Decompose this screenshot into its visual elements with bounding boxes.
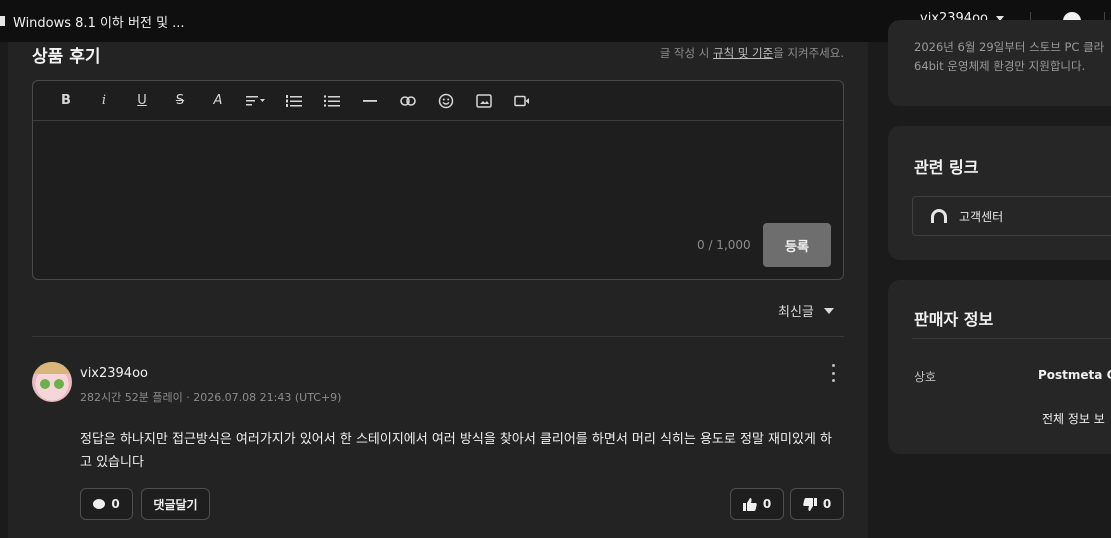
- char-counter: 0 / 1,000: [697, 238, 751, 252]
- align-icon: [246, 95, 265, 105]
- chevron-down-icon[interactable]: [823, 307, 834, 314]
- tab-marker: [0, 16, 5, 26]
- support-link[interactable]: 고객센터: [912, 196, 1111, 236]
- notice-card: 2026년 6월 29일부터 스토브 PC 클라 64bit 운영체제 환경만 …: [888, 20, 1111, 106]
- emoji-button[interactable]: [427, 89, 465, 113]
- main-content: 상품 후기 글 작성 시 규칙 및 기준을 지켜주세요. B i U S A 0…: [8, 42, 868, 538]
- avatar-eye: [40, 379, 50, 389]
- like-button[interactable]: 0: [730, 488, 784, 520]
- headset-icon: [931, 209, 947, 223]
- emoji-icon: [438, 93, 454, 108]
- sort-dropdown[interactable]: 최신글: [778, 301, 834, 320]
- dislike-button[interactable]: 0: [790, 488, 844, 520]
- horizontal-rule-button[interactable]: [351, 89, 389, 113]
- link-icon: [400, 95, 416, 106]
- seller-name-value: Postmeta Ga: [1038, 368, 1111, 382]
- notice-line: 2026년 6월 29일부터 스토브 PC 클라: [914, 40, 1105, 54]
- image-icon: [476, 93, 492, 108]
- os-notice: 2026년 6월 29일부터 스토브 PC 클라 64bit 운영체제 환경만 …: [914, 38, 1104, 76]
- rules-link[interactable]: 규칙 및 기준: [713, 46, 773, 60]
- rules-notice: 글 작성 시 규칙 및 기준을 지켜주세요.: [660, 45, 844, 61]
- avatar-hair: [34, 362, 70, 374]
- ordered-list-button[interactable]: [275, 89, 313, 113]
- bullet-list-icon: [324, 94, 340, 107]
- horizontal-rule-icon: [363, 99, 377, 102]
- comment-count-button[interactable]: 0: [80, 488, 133, 520]
- seller-name-label: 상호: [914, 370, 937, 384]
- video-icon: [514, 95, 529, 106]
- related-links-card: 관련 링크 고객센터: [888, 126, 1111, 260]
- bold-button[interactable]: B: [47, 89, 85, 113]
- video-button[interactable]: [503, 89, 541, 113]
- tab-title[interactable]: Windows 8.1 이하 버전 및 ...: [13, 12, 185, 31]
- ordered-list-icon: [286, 94, 302, 107]
- support-label: 고객센터: [959, 209, 1004, 224]
- dislike-count: 0: [822, 497, 832, 511]
- editor-toolbar: B i U S A: [33, 81, 843, 121]
- review-body: 정답은 하나지만 접근방식은 여러가지가 있어서 한 스테이지에서 여러 방식을…: [80, 432, 832, 470]
- rules-suffix: 을 지켜주세요.: [773, 46, 844, 60]
- sort-label[interactable]: 최신글: [778, 301, 814, 320]
- view-all-info-link[interactable]: 전체 정보 보: [1042, 410, 1105, 427]
- seller-info-card: 판매자 정보 상호 Postmeta Ga 전체 정보 보: [888, 280, 1111, 454]
- bullet-list-button[interactable]: [313, 89, 351, 113]
- comment-bubble-icon: [93, 499, 106, 509]
- avatar-eye: [54, 379, 64, 389]
- divider: [912, 338, 1111, 339]
- link-button[interactable]: [389, 89, 427, 113]
- review-editor[interactable]: B i U S A 0 / 1,000 등록: [32, 80, 844, 280]
- divider: [32, 336, 844, 337]
- thumbs-up-icon: [742, 497, 757, 511]
- thumbs-down-icon: [803, 497, 817, 511]
- avatar[interactable]: [32, 362, 72, 402]
- align-button[interactable]: [237, 89, 275, 113]
- related-links-title: 관련 링크: [914, 158, 979, 177]
- review-meta: 282시간 52분 플레이 · 2026.07.08 21:43 (UTC+9): [80, 391, 342, 404]
- rules-prefix: 글 작성 시: [659, 46, 713, 60]
- like-count: 0: [762, 497, 772, 511]
- review-section-title: 상품 후기: [32, 47, 101, 67]
- underline-button[interactable]: U: [123, 89, 161, 113]
- reply-button[interactable]: 댓글달기: [141, 488, 210, 520]
- seller-info-title: 판매자 정보: [914, 310, 994, 329]
- submit-button[interactable]: 등록: [763, 223, 831, 267]
- image-button[interactable]: [465, 89, 503, 113]
- reply-label: 댓글달기: [153, 497, 198, 512]
- notice-line: 64bit 운영체제 환경만 지원합니다.: [914, 59, 1086, 73]
- italic-button[interactable]: i: [85, 89, 123, 113]
- review-author[interactable]: vix2394oo: [80, 366, 148, 381]
- more-options-icon[interactable]: [832, 364, 836, 382]
- strikethrough-button[interactable]: S: [161, 89, 199, 113]
- font-color-button[interactable]: A: [199, 89, 237, 113]
- comment-count: 0: [111, 497, 120, 511]
